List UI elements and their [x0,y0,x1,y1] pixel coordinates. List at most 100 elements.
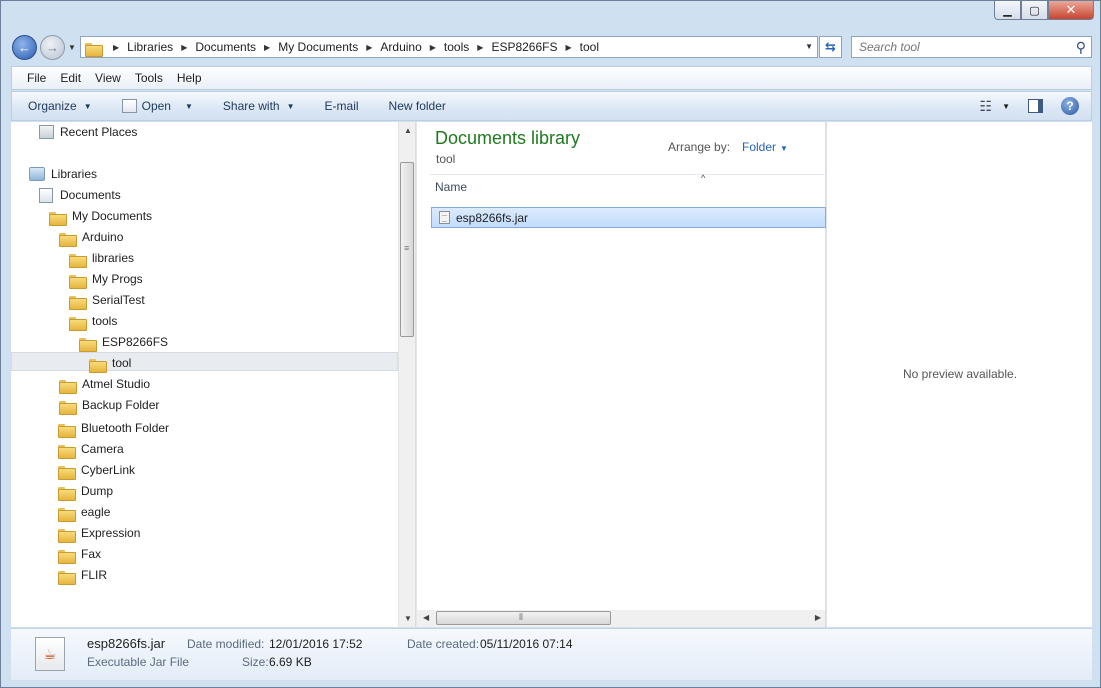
folder-icon [49,210,67,226]
refresh-icon: ⇆ [825,39,836,54]
arrange-by-dropdown[interactable]: Folder ▼ [742,140,788,154]
folder-icon [69,294,87,310]
chevron-down-icon: ▼ [1002,101,1010,111]
open-icon [121,99,137,113]
recent-places-icon [39,125,54,139]
menu-bar: File Edit View Tools Help [11,66,1092,90]
file-list-horizontal-scrollbar[interactable]: ◀ ⦀ ▶ [417,610,825,627]
java-jar-icon: ☕ [35,637,65,671]
view-controls: ☷ ▼ ? [980,92,1091,120]
tree-item-tool[interactable]: tool [89,353,131,373]
minimize-icon: ▁ [1003,4,1012,17]
tree-item-fax[interactable]: Fax [58,544,101,564]
folder-icon [58,422,76,438]
tree-item-cyberlink[interactable]: CyberLink [58,460,135,480]
folder-icon [69,252,87,268]
forward-button[interactable]: → [40,35,65,60]
tree-item-dump[interactable]: Dump [58,481,113,501]
chevron-right-icon: ▶ [477,42,484,52]
tree-item-libraries[interactable]: Libraries [29,164,97,184]
breadcrumb-root-chevron[interactable]: ▶ [105,43,127,52]
tree-item-recent-places[interactable]: Recent Places [39,122,137,142]
tree-item-flir[interactable]: FLIR [58,565,107,585]
folder-icon [89,357,107,373]
file-list-pane: Documents library tool Arrange by: Folde… [416,122,826,627]
recent-pages-dropdown-icon[interactable]: ▼ [68,43,76,52]
tree-item-serialtest[interactable]: SerialTest [69,290,145,310]
menu-help[interactable]: Help [177,71,202,85]
window-controls: ▁ ▢ ✕ [994,1,1094,21]
horizontal-scroll-thumb[interactable]: ⦀ [436,611,611,625]
file-row[interactable]: esp8266fs.jar [431,207,826,228]
back-button[interactable]: ← [12,35,37,60]
chevron-right-icon: ▶ [565,42,572,52]
folder-icon [59,378,77,394]
address-bar[interactable]: ▶ Libraries ▶ Documents ▶ My Documents ▶ Ar… [80,36,818,58]
folder-icon [69,315,87,331]
tree-item-documents[interactable]: Documents [39,185,121,205]
tree-item-my-documents[interactable]: My Documents [49,206,152,226]
scroll-down-icon[interactable]: ▼ [404,614,412,623]
folder-icon [85,41,103,57]
search-icon[interactable]: ⚲ [1076,39,1086,56]
breadcrumb-tools[interactable]: tools ▶ [444,40,492,54]
column-header-name[interactable]: Name ^ [430,173,826,198]
organize-button[interactable]: Organize ▼ [28,99,92,113]
libraries-icon [29,167,45,181]
chevron-right-icon: ▶ [113,42,120,52]
new-folder-button[interactable]: New folder [389,99,446,113]
open-button[interactable]: Open ▼ [121,99,193,113]
help-icon[interactable]: ? [1061,97,1079,115]
menu-file[interactable]: File [27,71,46,85]
maximize-button[interactable]: ▢ [1021,1,1048,20]
minimize-button[interactable]: ▁ [994,1,1021,20]
breadcrumb-libraries[interactable]: Libraries ▶ [127,40,195,54]
menu-tools[interactable]: Tools [135,71,163,85]
navigation-scroll-thumb[interactable]: ≡ [400,162,414,337]
maximize-icon: ▢ [1029,4,1040,17]
breadcrumb-documents[interactable]: Documents ▶ [195,40,278,54]
library-subtitle: tool [436,152,456,166]
tree-item-esp8266fs[interactable]: ESP8266FS [79,332,168,352]
address-history-dropdown-icon[interactable]: ▼ [805,42,813,51]
explorer-window: ▁ ▢ ✕ ← → ▼ ▶ Libraries ▶ Documents ▶ My D… [0,0,1101,688]
navigation-pane: Recent Places Libraries Documents My Doc… [11,122,398,627]
breadcrumb-esp8266fs[interactable]: ESP8266FS ▶ [491,40,579,54]
size-value: 6.69 KB [269,655,312,669]
navigation-pane-scrollbar[interactable]: ▲ ≡ ▼ [398,122,415,627]
preview-pane-button[interactable] [1028,99,1043,113]
breadcrumb-my-documents[interactable]: My Documents ▶ [278,40,380,54]
date-created-label: Date created: [407,637,480,651]
tree-item-libraries-folder[interactable]: libraries [69,248,134,268]
details-filetype: Executable Jar File [87,655,190,669]
close-icon: ✕ [1065,2,1077,17]
breadcrumb-tool[interactable]: tool [580,40,599,54]
file-name: esp8266fs.jar [456,210,529,225]
search-input[interactable] [859,40,1069,54]
tree-item-expression[interactable]: Expression [58,523,140,543]
tree-item-camera[interactable]: Camera [58,439,124,459]
details-pane: ☕ esp8266fs.jar Executable Jar File Date… [11,628,1092,680]
tree-item-bluetooth-folder[interactable]: Bluetooth Folder [58,418,169,438]
tree-item-my-progs[interactable]: My Progs [69,269,143,289]
menu-edit[interactable]: Edit [60,71,81,85]
chevron-down-icon: ▼ [184,101,193,111]
email-button[interactable]: E-mail [325,99,359,113]
change-view-button[interactable]: ☷ ▼ [980,98,1010,115]
tree-item-atmel-studio[interactable]: Atmel Studio [59,374,150,394]
tree-item-tools[interactable]: tools [69,311,117,331]
refresh-button[interactable]: ⇆ [819,36,842,58]
share-with-button[interactable]: Share with ▼ [223,99,295,113]
search-box[interactable]: ⚲ [851,36,1092,58]
tree-item-arduino[interactable]: Arduino [59,227,123,247]
menu-view[interactable]: View [95,71,121,85]
chevron-right-icon: ▶ [429,42,436,52]
scroll-right-icon[interactable]: ▶ [815,613,821,622]
scroll-up-icon[interactable]: ▲ [404,126,412,135]
breadcrumb-arduino[interactable]: Arduino ▶ [380,40,444,54]
close-button[interactable]: ✕ [1048,1,1094,20]
no-preview-message: No preview available. [902,367,1018,381]
tree-item-backup-folder[interactable]: Backup Folder [59,395,159,415]
tree-item-eagle[interactable]: eagle [58,502,110,522]
scroll-left-icon[interactable]: ◀ [423,613,429,622]
